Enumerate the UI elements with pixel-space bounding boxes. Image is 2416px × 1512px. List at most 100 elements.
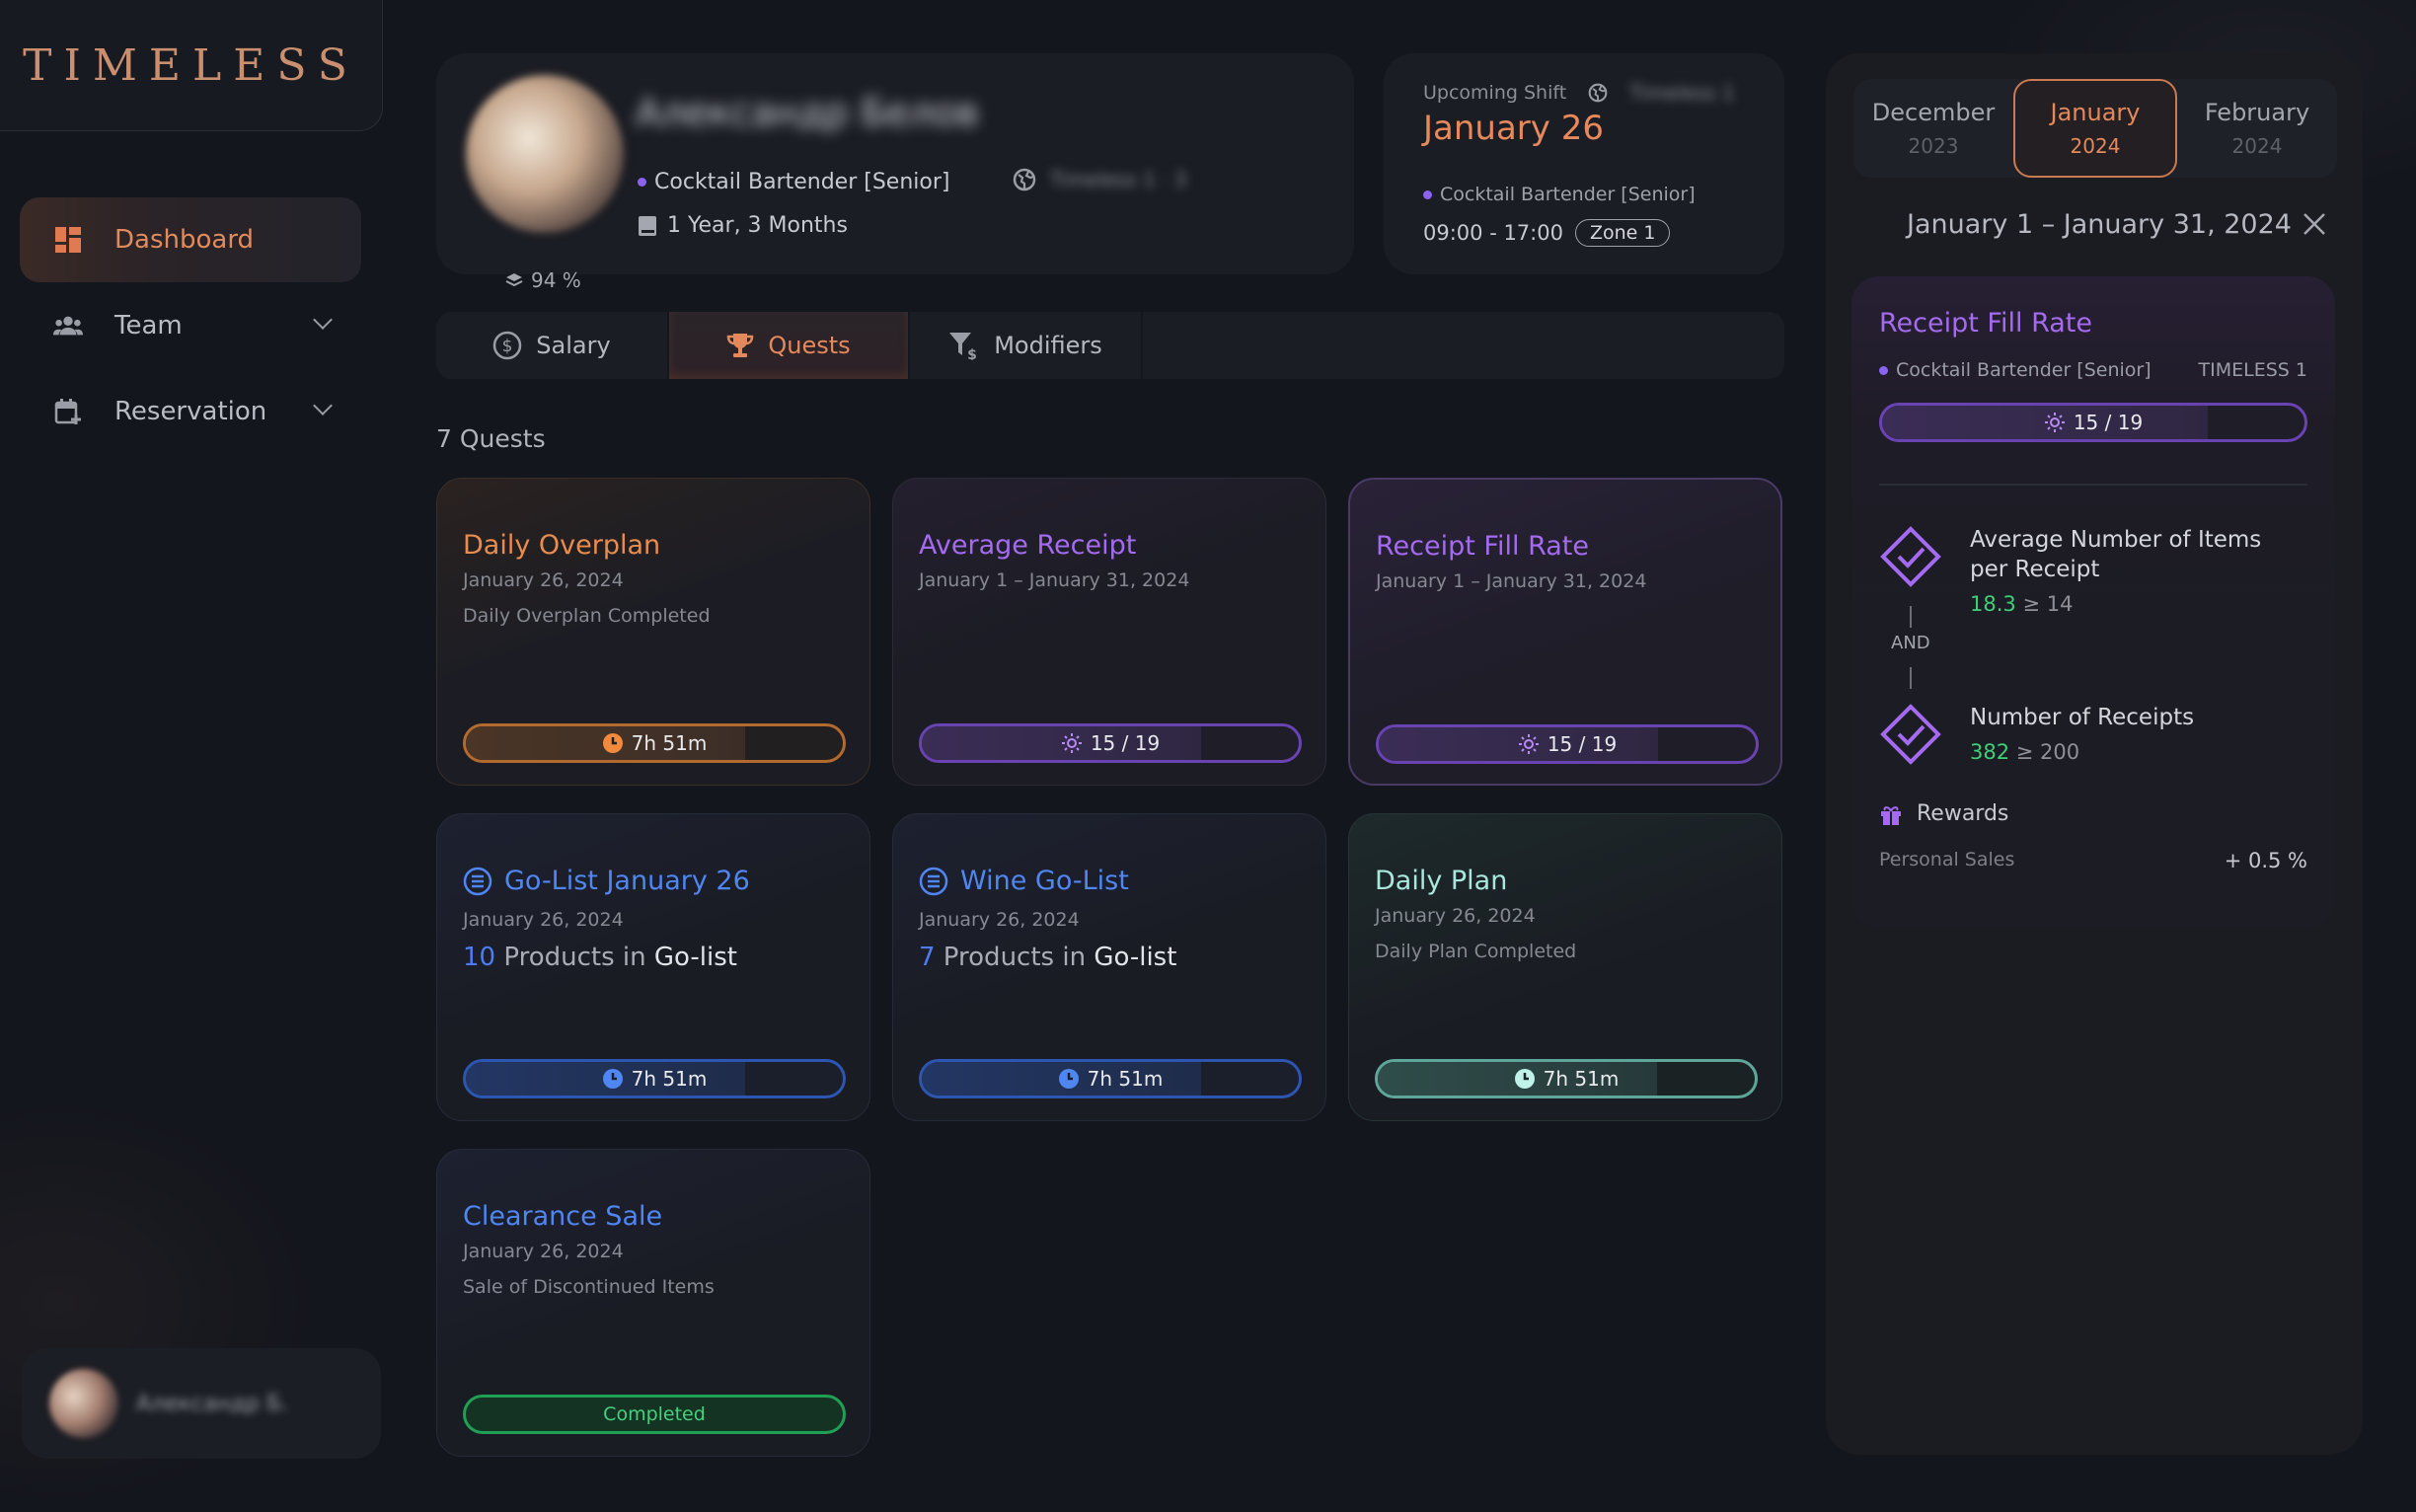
sidebar-item-team[interactable]: Team xyxy=(20,283,361,368)
dashboard-icon xyxy=(53,225,83,255)
quest-progress-bar: 15 / 19 xyxy=(919,723,1302,763)
quest-title: Wine Go-List xyxy=(919,866,1129,896)
list-icon xyxy=(919,867,948,895)
globe-icon xyxy=(1013,168,1036,191)
profile-tenure: 1 Year, 3 Months xyxy=(638,213,848,238)
shift-label: Upcoming Shift Timeless 1 xyxy=(1423,81,1735,105)
quest-card-daily-overplan[interactable]: Daily Overplan January 26, 2024 Daily Ov… xyxy=(436,478,870,786)
profile-card: 94 % Александр Белов Cocktail Bartender … xyxy=(436,53,1354,292)
detail-progress-bar: 15 / 19 xyxy=(1879,403,2307,442)
quest-date: January 1 – January 31, 2024 xyxy=(919,569,1190,591)
quest-progress-bar: 7h 51m xyxy=(919,1059,1302,1098)
close-icon[interactable] xyxy=(2302,211,2327,237)
calendar-add-icon xyxy=(53,397,83,426)
quest-tabs: $ Salary Quests $ Modifiers xyxy=(436,312,1784,379)
stack-icon xyxy=(505,273,523,287)
shift-date: January 26 xyxy=(1423,109,1604,148)
diamond-check-icon xyxy=(1880,704,1941,765)
month-december[interactable]: December 2023 xyxy=(1853,79,2013,178)
zone-badge: Zone 1 xyxy=(1574,219,1671,247)
quest-status-completed: Completed xyxy=(463,1395,846,1434)
month-selector: December 2023 January 2024 February 2024 xyxy=(1853,79,2337,178)
profile-role: Cocktail Bartender [Senior] xyxy=(638,170,949,194)
profile-rating: 94 % xyxy=(505,268,581,292)
clock-icon xyxy=(602,733,623,753)
quest-title: Daily Overplan xyxy=(463,530,661,561)
globe-icon xyxy=(1588,83,1608,103)
chevron-down-icon[interactable] xyxy=(313,310,333,330)
quest-date: January 26, 2024 xyxy=(463,569,624,591)
app-logo: TIMELESS xyxy=(23,39,359,91)
quest-card-average-receipt[interactable]: Average Receipt January 1 – January 31, … xyxy=(892,478,1326,786)
logo-container[interactable]: TIMELESS xyxy=(0,0,383,131)
quest-progress-bar: 15 / 19 xyxy=(1376,724,1759,764)
month-february[interactable]: February 2024 xyxy=(2177,79,2337,178)
sun-icon xyxy=(1518,734,1539,754)
tab-quests[interactable]: Quests xyxy=(669,312,910,379)
tab-modifiers[interactable]: $ Modifiers xyxy=(910,312,1143,379)
and-connector xyxy=(1910,606,1912,628)
role-dot xyxy=(1423,189,1432,199)
profile-avatar xyxy=(466,75,624,233)
filter-dollar-icon: $ xyxy=(949,333,977,360)
upcoming-shift-card: Upcoming Shift Timeless 1 January 26 Coc… xyxy=(1384,53,1784,274)
quest-detail-card: Receipt Fill Rate Cocktail Bartender [Se… xyxy=(1851,276,2335,928)
quest-description: Daily Overplan Completed xyxy=(463,605,711,627)
detail-title: Receipt Fill Rate xyxy=(1879,308,2092,339)
condition-average-items: Average Number of Items per Receipt 18.3… xyxy=(1879,525,2305,616)
quest-title: Average Receipt xyxy=(919,530,1137,561)
trophy-icon xyxy=(727,334,754,357)
quest-description: Sale of Discontinued Items xyxy=(463,1276,715,1298)
sidebar-item-dashboard[interactable]: Dashboard xyxy=(20,197,361,282)
tab-salary[interactable]: $ Salary xyxy=(436,312,669,379)
reward-row: Personal Sales + 0.5 % xyxy=(1879,849,2307,872)
quest-card-receipt-fill-rate[interactable]: Receipt Fill Rate January 1 – January 31… xyxy=(1348,478,1782,786)
and-label: AND xyxy=(1891,633,1930,653)
profile-location: Timeless 1 · 3 xyxy=(1013,168,1187,191)
list-icon xyxy=(463,867,492,895)
detail-role: Cocktail Bartender [Senior] xyxy=(1879,359,2152,381)
quest-date: January 26, 2024 xyxy=(463,1241,624,1262)
date-range: January 1 – January 31, 2024 xyxy=(1907,209,2292,240)
quest-title: Receipt Fill Rate xyxy=(1376,531,1589,562)
dollar-icon: $ xyxy=(493,331,522,360)
chevron-down-icon[interactable] xyxy=(313,396,333,416)
clock-icon xyxy=(602,1069,623,1089)
quest-progress-bar: 7h 51m xyxy=(1375,1059,1758,1098)
sidebar-item-label: Dashboard xyxy=(114,225,255,255)
rewards-header: Rewards xyxy=(1879,801,2008,826)
sidebar-nav: Dashboard Team Reservation xyxy=(20,197,361,455)
quest-card-daily-plan[interactable]: Daily Plan January 26, 2024 Daily Plan C… xyxy=(1348,813,1782,1121)
quest-detail-panel: December 2023 January 2024 February 2024… xyxy=(1826,53,2363,1455)
and-connector xyxy=(1910,667,1912,689)
detail-location: TIMELESS 1 xyxy=(2198,359,2307,381)
sidebar-item-label: Team xyxy=(114,311,183,340)
quest-date: January 1 – January 31, 2024 xyxy=(1376,570,1647,592)
user-name: Александр Б. xyxy=(136,1391,289,1416)
user-menu[interactable]: Александр Б. xyxy=(22,1348,381,1459)
quest-golist-summary: 10 Products in Go-list xyxy=(463,943,737,972)
avatar xyxy=(49,1369,118,1438)
quest-card-wine-go-list[interactable]: Wine Go-List January 26, 2024 7 Products… xyxy=(892,813,1326,1121)
month-january[interactable]: January 2024 xyxy=(2013,79,2177,178)
clock-icon xyxy=(1514,1069,1535,1089)
quest-description: Daily Plan Completed xyxy=(1375,941,1577,962)
sidebar-item-reservation[interactable]: Reservation xyxy=(20,369,361,454)
svg-text:$: $ xyxy=(502,337,513,356)
diamond-check-icon xyxy=(1880,526,1941,587)
divider xyxy=(1879,484,2307,486)
quest-date: January 26, 2024 xyxy=(1375,905,1536,927)
quest-card-go-list-january-26[interactable]: Go-List January 26 January 26, 2024 10 P… xyxy=(436,813,870,1121)
quest-count: 7 Quests xyxy=(436,424,546,453)
quest-title: Daily Plan xyxy=(1375,866,1508,896)
gift-icon xyxy=(1881,805,1901,825)
shift-role: Cocktail Bartender [Senior] xyxy=(1423,184,1696,205)
quest-golist-summary: 7 Products in Go-list xyxy=(919,943,1177,972)
quest-date: January 26, 2024 xyxy=(919,909,1080,931)
quest-card-clearance-sale[interactable]: Clearance Sale January 26, 2024 Sale of … xyxy=(436,1149,870,1457)
quest-progress-bar: 7h 51m xyxy=(463,723,846,763)
shift-time: 09:00 - 17:00 Zone 1 xyxy=(1423,219,1671,247)
svg-text:$: $ xyxy=(967,347,977,360)
profile-name: Александр Белов xyxy=(636,91,979,134)
quest-title: Clearance Sale xyxy=(463,1201,663,1232)
